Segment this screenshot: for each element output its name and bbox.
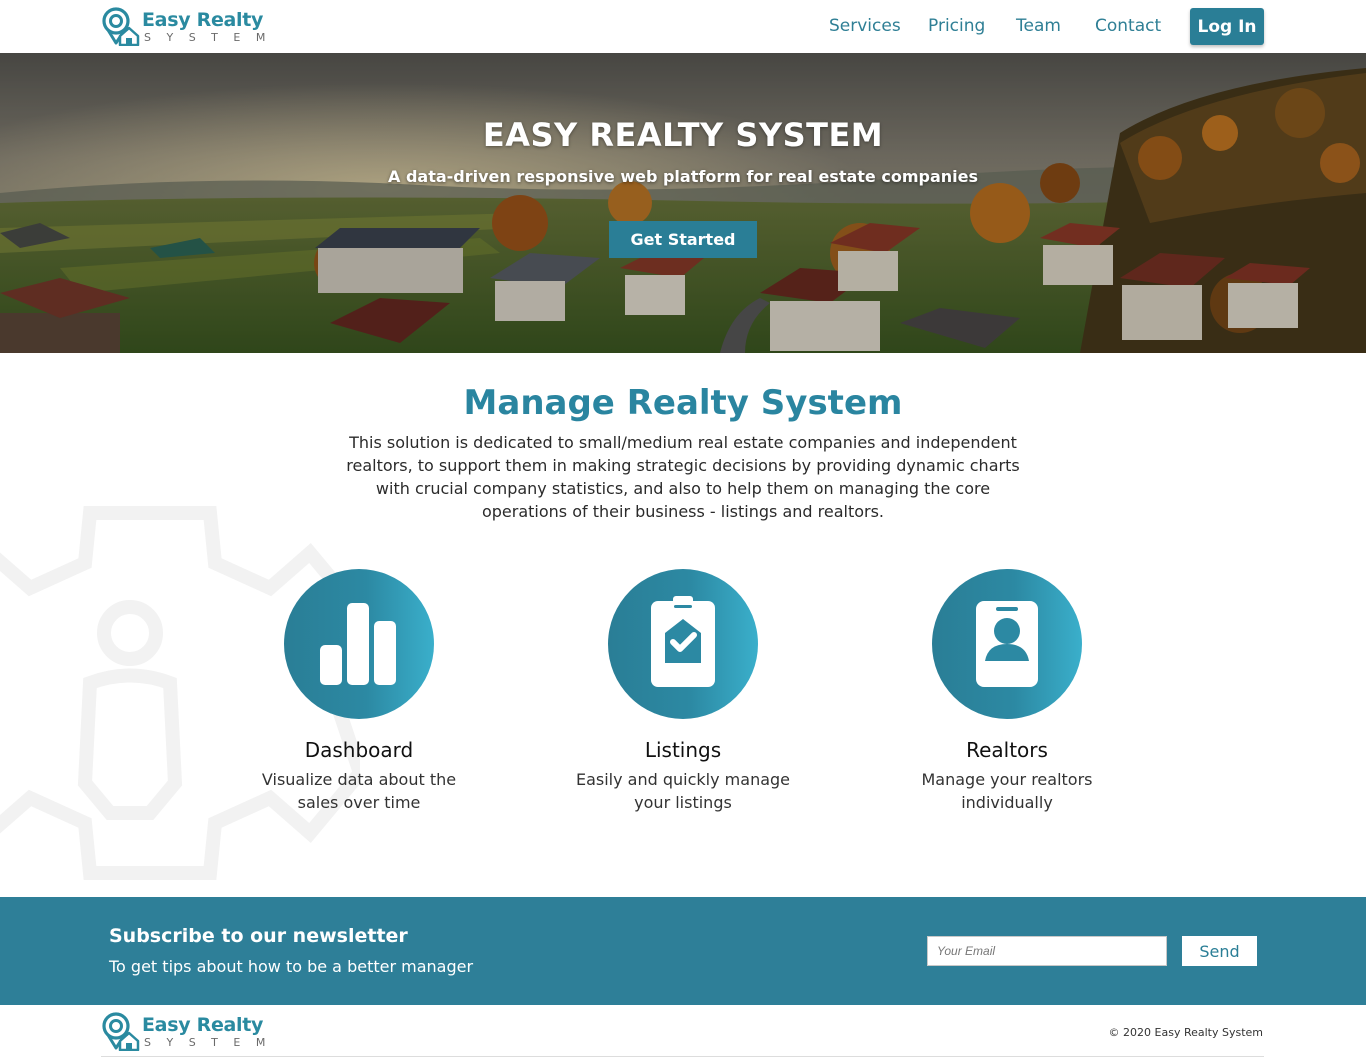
logo-tagline: SYSTEM xyxy=(144,1036,281,1049)
feature-text: Manage your realtors individually xyxy=(921,770,1093,812)
newsletter-title: Subscribe to our newsletter xyxy=(109,925,408,947)
feature-text: Easily and quickly manage your listings xyxy=(575,770,791,812)
feature-listings[interactable]: Listings Easily and quickly manage your … xyxy=(563,569,803,814)
nav-link-services[interactable]: Services xyxy=(829,16,901,36)
location-pin-house-icon xyxy=(102,1012,140,1051)
feature-title: Dashboard xyxy=(304,738,414,762)
nav-link-contact[interactable]: Contact xyxy=(1095,16,1161,36)
village-landscape-image xyxy=(0,53,1366,353)
feature-icon-circle xyxy=(284,569,434,719)
location-pin-house-icon xyxy=(102,7,140,46)
footer-divider xyxy=(101,1056,1264,1057)
copyright-text: © 2020 Easy Realty System xyxy=(1108,1026,1263,1039)
hero-subtitle: A data-driven responsive web platform fo… xyxy=(388,167,978,186)
send-button[interactable]: Send xyxy=(1182,936,1257,966)
clipboard-check-icon xyxy=(651,596,715,687)
logo-tagline: SYSTEM xyxy=(144,31,281,44)
site-header: Easy Realty SYSTEM Services Pricing Team… xyxy=(0,0,1366,53)
bar-chart-icon xyxy=(320,603,396,685)
login-button[interactable]: Log In xyxy=(1190,8,1264,45)
section-description: This solution is dedicated to small/medi… xyxy=(346,433,1020,521)
feature-title: Listings xyxy=(644,738,722,762)
feature-text: Visualize data about the sales over time xyxy=(261,770,457,812)
get-started-button[interactable]: Get Started xyxy=(609,221,757,258)
section-title: Manage Realty System xyxy=(463,383,903,423)
email-input[interactable] xyxy=(927,936,1167,966)
site-footer: Easy Realty SYSTEM © 2020 Easy Realty Sy… xyxy=(0,1005,1366,1058)
nav-link-team[interactable]: Team xyxy=(1016,16,1061,36)
nav-link-pricing[interactable]: Pricing xyxy=(928,16,985,36)
logo-title: Easy Realty xyxy=(142,1014,264,1036)
feature-icon-circle xyxy=(932,569,1082,719)
id-badge-icon xyxy=(976,601,1038,687)
newsletter-section: Subscribe to our newsletter To get tips … xyxy=(0,897,1366,1005)
manage-section: Manage Realty System This solution is de… xyxy=(0,353,1366,897)
logo-title: Easy Realty xyxy=(142,9,264,31)
feature-title: Realtors xyxy=(966,738,1048,762)
newsletter-subtitle: To get tips about how to be a better man… xyxy=(109,957,474,976)
footer-logo[interactable]: Easy Realty SYSTEM xyxy=(101,1011,265,1051)
logo[interactable]: Easy Realty SYSTEM xyxy=(101,6,265,46)
hero-banner: EASY REALTY SYSTEM A data-driven respons… xyxy=(0,53,1366,353)
hero-title: EASY REALTY SYSTEM xyxy=(482,116,884,154)
feature-dashboard[interactable]: Dashboard Visualize data about the sales… xyxy=(239,569,479,814)
feature-icon-circle xyxy=(608,569,758,719)
feature-realtors[interactable]: Realtors Manage your realtors individual… xyxy=(887,569,1127,814)
